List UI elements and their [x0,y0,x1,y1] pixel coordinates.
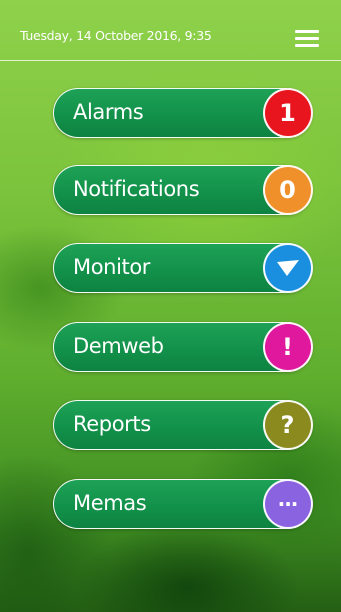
menu-item-alarms[interactable]: Alarms 1 [53,87,313,138]
menu-item-label: Alarms [73,100,144,124]
menu-item-label: Demweb [73,334,164,358]
alarms-count-badge: 1 [262,87,313,138]
main-menu: Alarms 1 Notifications 0 Monitor Demweb … [0,0,341,612]
menu-item-notifications[interactable]: Notifications 0 [53,164,313,215]
question-icon: ? [262,399,313,450]
ellipsis-icon: ··· [262,478,313,529]
menu-item-reports[interactable]: Reports ? [53,399,313,450]
menu-item-demweb[interactable]: Demweb ! [53,321,313,372]
checkmark-icon [262,242,313,293]
notifications-count-badge: 0 [262,164,313,215]
menu-item-memas[interactable]: Memas ··· [53,478,313,529]
menu-item-monitor[interactable]: Monitor [53,242,313,293]
exclamation-icon: ! [262,321,313,372]
app-screen: Tuesday, 14 October 2016, 9:35 Alarms 1 … [0,0,341,612]
menu-item-label: Reports [73,412,151,436]
menu-item-label: Monitor [73,255,151,279]
menu-item-label: Memas [73,491,147,515]
menu-item-label: Notifications [73,177,200,201]
